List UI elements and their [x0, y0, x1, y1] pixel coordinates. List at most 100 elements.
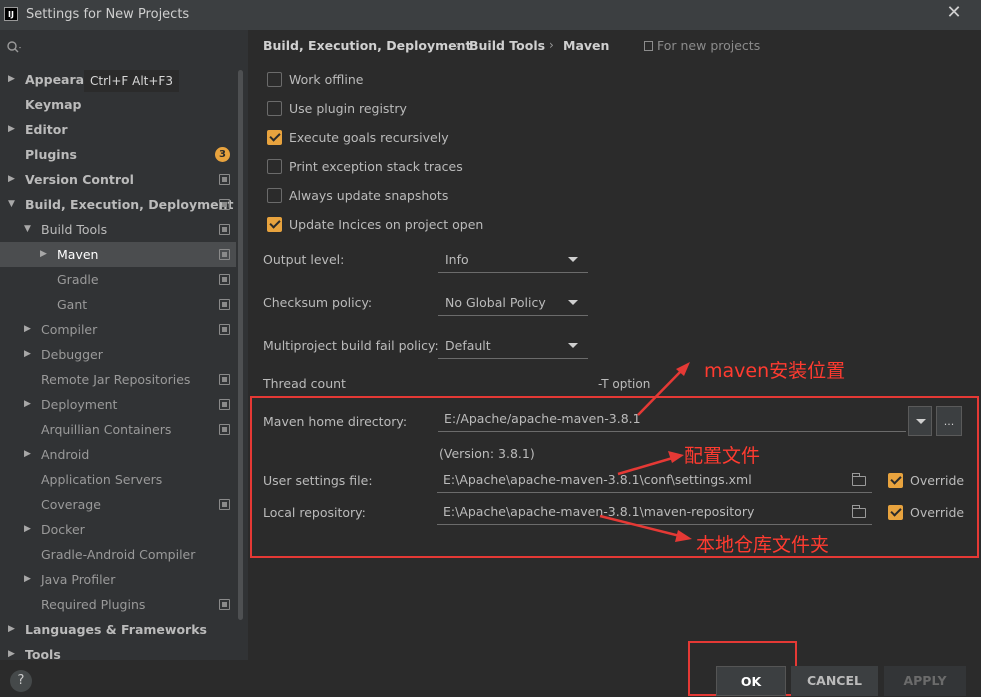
sidebar-item-tools[interactable]: ▶ Tools [0, 642, 236, 667]
sidebar-item-languages-frameworks[interactable]: ▶ Languages & Frameworks [0, 617, 236, 642]
select-value: No Global Policy [445, 295, 546, 310]
project-scope-icon [219, 174, 230, 185]
sidebar-item-keymap[interactable]: Keymap [0, 92, 236, 117]
scope-label: For new projects [657, 38, 761, 53]
project-scope-icon [644, 41, 653, 51]
annotation-highlight-box [250, 396, 979, 558]
sidebar-item-label: Application Servers [41, 472, 163, 487]
chevron-right-icon[interactable]: ▶ [8, 167, 18, 192]
checkbox-label: Use plugin registry [289, 101, 407, 116]
ok-button[interactable]: OK [716, 666, 786, 696]
annotation-local-repo: 本地仓库文件夹 [696, 534, 830, 556]
sidebar-item-label: Gant [57, 297, 88, 312]
chevron-right-icon[interactable]: ▶ [24, 317, 34, 342]
sidebar-item-compiler[interactable]: ▶ Compiler [0, 317, 236, 342]
checksum-policy-select[interactable]: No Global Policy [438, 290, 588, 316]
chevron-right-icon[interactable]: ▶ [24, 392, 34, 417]
sidebar-item-label: Tools [25, 647, 61, 662]
checkbox-box[interactable] [267, 188, 282, 203]
annotation-maven-install: maven安装位置 [704, 360, 846, 382]
sidebar-item-label: Android [41, 447, 90, 462]
sidebar-item-label: Keymap [25, 97, 82, 112]
annotation-config-file: 配置文件 [684, 445, 761, 467]
project-scope-icon [219, 199, 230, 210]
project-scope-icon [219, 374, 230, 385]
checksum-policy-label: Checksum policy: [263, 295, 373, 310]
multiproject-policy-label: Multiproject build fail policy: [263, 338, 439, 353]
apply-button[interactable]: APPLY [884, 666, 966, 696]
sidebar-item-java-profiler[interactable]: ▶ Java Profiler [0, 567, 236, 592]
sidebar-item-label: Arquillian Containers [41, 422, 172, 437]
checkbox-box[interactable] [267, 217, 282, 232]
checkbox-label: Update Incices on project open [289, 217, 484, 232]
checkbox-box[interactable] [267, 101, 282, 116]
sidebar-item-build-execution-deployment[interactable]: ▼ Build, Execution, Deployment [0, 192, 236, 217]
sidebar-item-required-plugins[interactable]: Required Plugins [0, 592, 236, 617]
checkbox-box[interactable] [267, 159, 282, 174]
sidebar-item-label: Build, Execution, Deployment [25, 197, 234, 212]
checkbox-box[interactable] [267, 72, 282, 87]
sidebar-item-label: Java Profiler [41, 572, 116, 587]
sidebar-item-android[interactable]: ▶ Android [0, 442, 236, 467]
chevron-right-icon[interactable]: ▶ [8, 67, 18, 92]
sidebar-item-arquillian-containers[interactable]: Arquillian Containers [0, 417, 236, 442]
sidebar-item-remote-jar-repositories[interactable]: Remote Jar Repositories [0, 367, 236, 392]
sidebar-scrollbar[interactable] [238, 70, 243, 620]
sidebar-item-label: Remote Jar Repositories [41, 372, 191, 387]
checkbox-box[interactable] [267, 130, 282, 145]
sidebar-item-debugger[interactable]: ▶ Debugger [0, 342, 236, 367]
chevron-right-icon[interactable]: ▶ [40, 242, 50, 267]
project-scope-icon [219, 424, 230, 435]
project-scope-icon [219, 399, 230, 410]
project-scope-icon [219, 249, 230, 260]
sidebar-item-build-tools[interactable]: ▼ Build Tools [0, 217, 236, 242]
sidebar-item-gradle-android-compiler[interactable]: Gradle-Android Compiler [0, 542, 236, 567]
sidebar-item-docker[interactable]: ▶ Docker [0, 517, 236, 542]
project-scope-icon [219, 499, 230, 510]
sidebar-item-label: Docker [41, 522, 85, 537]
sidebar-item-label: Deployment [41, 397, 118, 412]
chevron-right-icon[interactable]: ▶ [8, 642, 18, 667]
sidebar-item-label: Languages & Frameworks [25, 622, 207, 637]
sidebar-item-label: Gradle-Android Compiler [41, 547, 196, 562]
intellij-icon: IJ [4, 7, 18, 21]
thread-count-label: Thread count [263, 376, 346, 391]
chevron-right-icon[interactable]: ▶ [8, 117, 18, 142]
sidebar-item-gant[interactable]: Gant [0, 292, 236, 317]
breadcrumb-build-tools[interactable]: Build Tools [469, 38, 545, 53]
chevron-right-icon[interactable]: ▶ [24, 517, 34, 542]
sidebar-item-maven[interactable]: ▶ Maven [0, 242, 236, 267]
close-icon[interactable]: ✕ [944, 3, 964, 23]
sidebar-item-label: Editor [25, 122, 68, 137]
sidebar-item-editor[interactable]: ▶ Editor [0, 117, 236, 142]
checkbox-label: Always update snapshots [289, 188, 449, 203]
sidebar-item-coverage[interactable]: Coverage [0, 492, 236, 517]
breadcrumb-build-execution[interactable]: Build, Execution, Deployment [263, 38, 471, 53]
project-scope-icon [219, 299, 230, 310]
sidebar-item-version-control[interactable]: ▶ Version Control [0, 167, 236, 192]
sidebar-item-gradle[interactable]: Gradle [0, 267, 236, 292]
sidebar-item-label: Version Control [25, 172, 134, 187]
chevron-down-icon[interactable]: ▼ [24, 217, 34, 242]
sidebar-item-plugins[interactable]: Plugins 3 [0, 142, 236, 167]
sidebar-item-label: Debugger [41, 347, 103, 362]
chevron-right-icon[interactable]: ▶ [24, 567, 34, 592]
output-level-select[interactable]: Info [438, 247, 588, 273]
chevron-down-icon[interactable]: ▼ [8, 192, 18, 217]
cancel-button[interactable]: CANCEL [791, 666, 878, 696]
search-icon[interactable] [6, 40, 22, 56]
chevron-down-icon [568, 300, 578, 305]
checkbox-label: Execute goals recursively [289, 130, 449, 145]
chevron-right-icon[interactable]: ▶ [24, 342, 34, 367]
sidebar-item-application-servers[interactable]: Application Servers [0, 467, 236, 492]
help-button[interactable]: ? [10, 670, 32, 692]
sidebar-item-label: Gradle [57, 272, 99, 287]
chevron-right-icon[interactable]: ▶ [8, 617, 18, 642]
sidebar-item-deployment[interactable]: ▶ Deployment [0, 392, 236, 417]
select-value: Info [445, 252, 469, 267]
chevron-right-icon[interactable]: ▶ [24, 442, 34, 467]
multiproject-policy-select[interactable]: Default [438, 333, 588, 359]
sidebar-item-label: Coverage [41, 497, 101, 512]
select-value: Default [445, 338, 491, 353]
project-scope-icon [219, 224, 230, 235]
